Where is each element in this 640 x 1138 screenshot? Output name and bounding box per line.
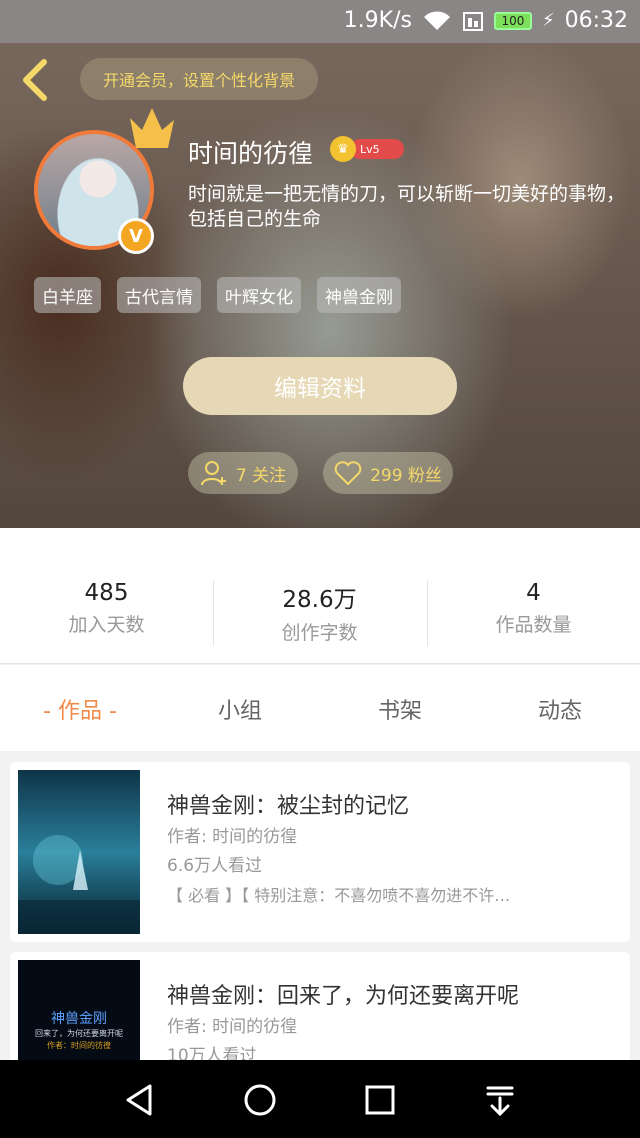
recents-square-icon[interactable] <box>362 1082 398 1118</box>
stat-label: 作品数量 <box>495 614 572 636</box>
status-bar: 1.9K/s 100 ⚡ 06:32 <box>0 0 640 43</box>
book-cover <box>18 770 140 934</box>
battery-icon: 100 <box>493 11 532 30</box>
bio: 时间就是一把无情的刀，可以斩断一切美好的事物，包括自己的生命 <box>188 183 626 230</box>
stat-works-count: 4 作品数量 <box>427 580 640 637</box>
followers-button[interactable]: 299 粉丝 <box>323 452 453 494</box>
book-views: 6.6万人看过 <box>167 856 263 876</box>
followers-count: 299 粉丝 <box>370 465 442 486</box>
book-author: 作者: 时间的彷徨 <box>167 1017 298 1037</box>
stat-word-count: 28.6万 创作字数 <box>213 580 426 645</box>
tab-activity[interactable]: 动态 <box>480 693 640 725</box>
stats-panel: 485 加入天数 28.6万 创作字数 4 作品数量 <box>0 528 640 664</box>
tag-item[interactable]: 神兽金刚 <box>317 277 401 313</box>
cover-author: 作者：时间的彷徨 <box>47 1041 111 1050</box>
system-nav-bar <box>0 1060 640 1138</box>
stat-value: 4 <box>526 580 541 606</box>
tag-item[interactable]: 叶辉女化 <box>217 277 301 313</box>
stat-label: 加入天数 <box>68 614 145 636</box>
network-speed: 1.9K/s <box>343 8 412 33</box>
username: 时间的彷徨 <box>188 139 314 168</box>
edit-profile-button[interactable]: 编辑资料 <box>183 357 457 415</box>
following-count: 7 关注 <box>235 465 287 486</box>
level-label: Lv5 <box>350 139 404 159</box>
home-circle-icon[interactable] <box>242 1082 278 1118</box>
profile-header: 1.9K/s 100 ⚡ 06:32 开通会员，设置个性化背景 V 时间的彷徨 … <box>0 0 640 528</box>
tab-bookshelf[interactable]: 书架 <box>320 693 480 725</box>
tab-bar: - 作品 - 小组 书架 动态 <box>0 665 640 751</box>
heart-icon <box>334 461 362 486</box>
user-add-icon <box>200 461 226 486</box>
tag-list: 白羊座 古代言情 叶辉女化 神兽金刚 <box>34 277 401 313</box>
cover-title: 神兽金刚 <box>51 1011 107 1027</box>
vip-background-button[interactable]: 开通会员，设置个性化背景 <box>80 58 318 100</box>
back-triangle-icon[interactable] <box>122 1082 158 1118</box>
book-title: 神兽金刚：被尘封的记忆 <box>167 794 410 819</box>
crown-icon <box>130 108 174 148</box>
level-crown-icon: ♛ <box>330 136 356 162</box>
notification-pull-icon[interactable] <box>482 1082 518 1118</box>
stat-value: 485 <box>84 580 129 606</box>
book-description: 【 必看 】【 特别注意：不喜勿喷不喜勿进不许… <box>167 886 511 905</box>
charging-icon: ⚡ <box>541 10 555 31</box>
back-icon[interactable] <box>18 58 54 102</box>
clock: 06:32 <box>564 8 628 33</box>
stat-value: 28.6万 <box>282 587 357 613</box>
tab-works[interactable]: - 作品 - <box>0 693 160 725</box>
vip-badge: V <box>118 218 154 254</box>
cover-subtitle: 回来了，为何还要离开呢 <box>35 1029 123 1038</box>
book-card[interactable]: 神兽金刚：被尘封的记忆 作者: 时间的彷徨 6.6万人看过 【 必看 】【 特别… <box>10 762 630 942</box>
tag-item[interactable]: 古代言情 <box>117 277 201 313</box>
tab-groups[interactable]: 小组 <box>160 693 320 725</box>
stat-join-days: 485 加入天数 <box>0 580 213 637</box>
wifi-icon <box>423 10 450 30</box>
sim-icon <box>462 11 483 31</box>
tag-item[interactable]: 白羊座 <box>34 277 101 313</box>
book-author: 作者: 时间的彷徨 <box>167 827 298 847</box>
level-badge: ♛ Lv5 <box>330 136 404 162</box>
following-button[interactable]: 7 关注 <box>188 452 298 494</box>
book-title: 神兽金刚：回来了，为何还要离开呢 <box>167 984 520 1009</box>
stat-label: 创作字数 <box>281 622 358 644</box>
